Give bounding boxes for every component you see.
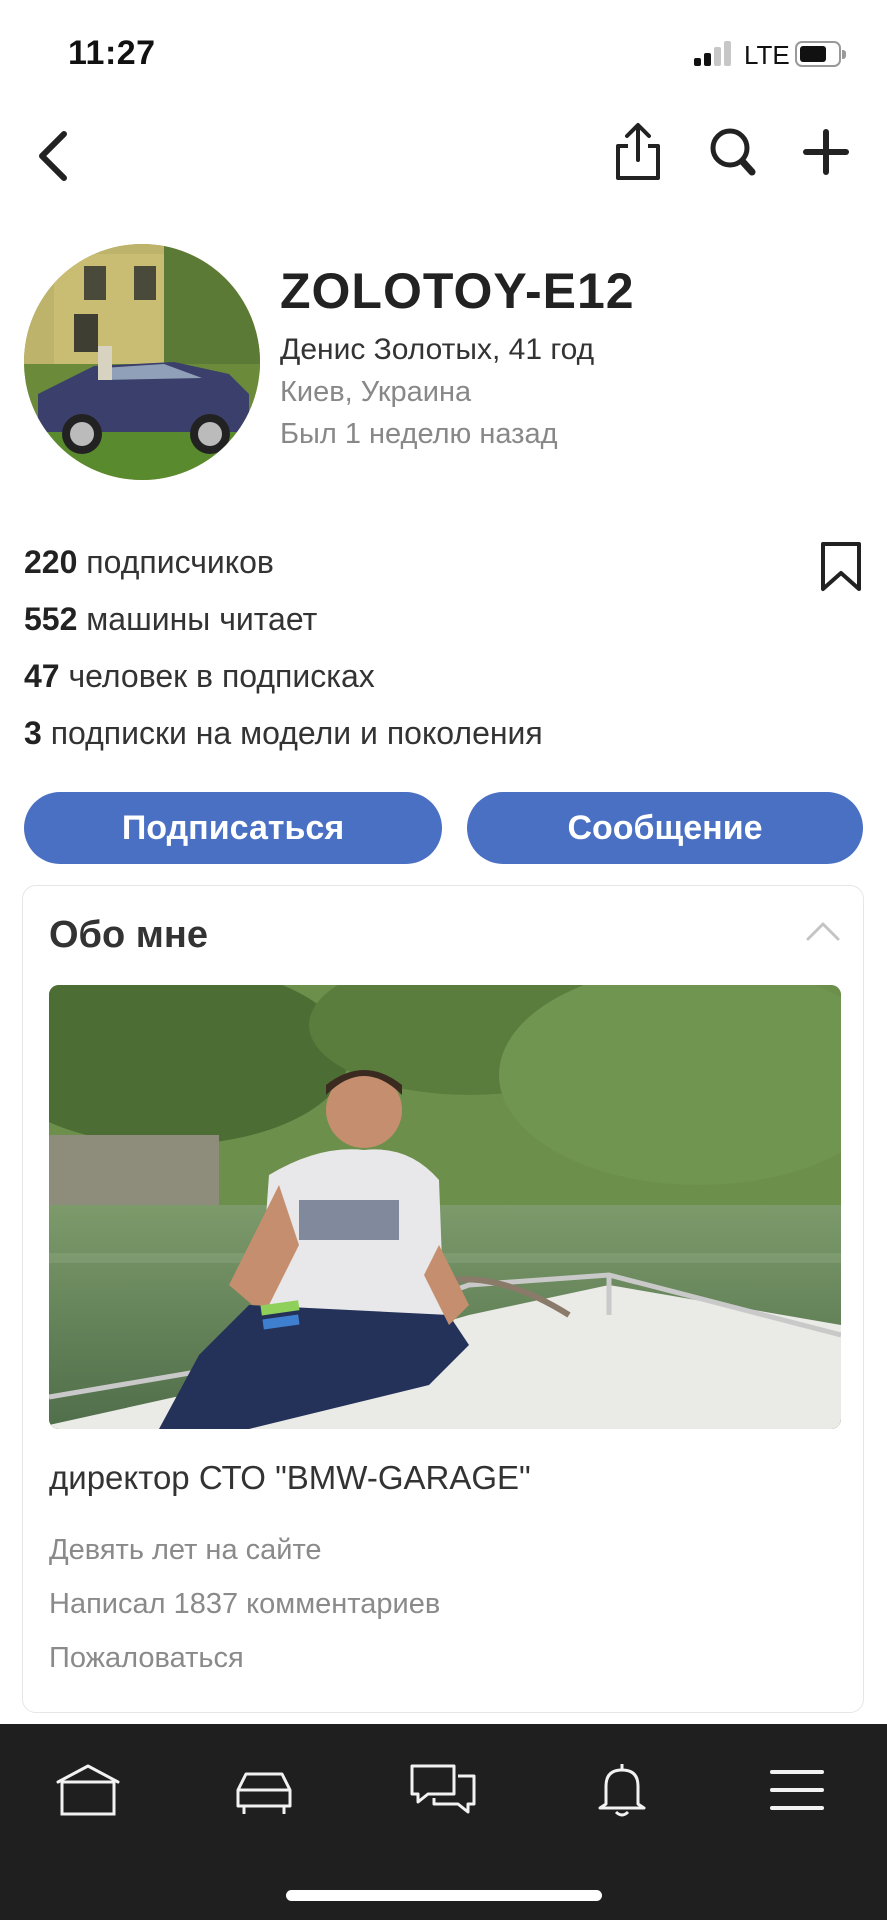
tab-home[interactable] [52, 1760, 124, 1820]
profile-name-age: Денис Золотых, 41 год [280, 333, 595, 366]
about-photo[interactable] [49, 985, 841, 1429]
home-icon [56, 1764, 120, 1816]
battery-icon [795, 41, 846, 67]
stat-model-subscriptions[interactable]: 3 подписки на модели и поколения [24, 711, 543, 768]
profile-username: ZOLOTOY-E12 [280, 263, 635, 319]
car-icon [236, 1772, 292, 1814]
chevron-left-icon [39, 131, 67, 181]
about-card: Обо мне директор СТО "BMW-GARAGE" Девять… [22, 885, 864, 1713]
message-button[interactable]: Сообщение [467, 792, 863, 864]
profile-stats: 220 подписчиков 552 машины читает 47 чел… [24, 540, 543, 768]
about-text: директор СТО "BMW-GARAGE" [49, 1459, 531, 1496]
chevron-up-icon [806, 922, 840, 941]
network-type: LTE [744, 40, 790, 70]
collapse-button[interactable] [805, 920, 841, 942]
plus-icon [803, 129, 849, 175]
stat-label: подписки на модели и поколения [50, 715, 543, 751]
signal-strength-icon [694, 40, 736, 66]
avatar[interactable] [24, 244, 260, 480]
stat-count: 3 [24, 715, 42, 751]
search-icon [710, 128, 756, 176]
avatar-image [24, 244, 260, 480]
stat-count: 220 [24, 544, 78, 580]
years-on-site: Девять лет на сайте [49, 1534, 322, 1566]
tab-messages[interactable] [408, 1760, 480, 1820]
search-button[interactable] [706, 124, 760, 180]
profile-last-seen: Был 1 неделю назад [280, 418, 558, 450]
tab-menu[interactable] [762, 1760, 834, 1820]
profile-location: Киев, Украина [280, 376, 472, 408]
status-time: 11:27 [68, 34, 156, 72]
about-photo-image [49, 985, 841, 1429]
report-link[interactable]: Пожаловаться [49, 1642, 244, 1675]
comments-count[interactable]: Написал 1837 комментариев [49, 1588, 440, 1621]
back-button[interactable] [30, 128, 80, 184]
stat-label: человек в подписках [68, 658, 375, 694]
stat-followers[interactable]: 220 подписчиков [24, 540, 543, 597]
stat-count: 552 [24, 601, 78, 637]
add-button[interactable] [800, 126, 852, 178]
menu-icon [770, 1770, 824, 1810]
subscribe-button[interactable]: Подписаться [24, 792, 442, 864]
bookmark-button[interactable] [818, 540, 864, 594]
bell-icon [598, 1764, 646, 1817]
share-icon [616, 123, 660, 180]
about-title: Обо мне [49, 914, 208, 956]
stat-cars-read[interactable]: 552 машины читает [24, 597, 543, 654]
tab-notifications[interactable] [586, 1760, 658, 1820]
stat-label: подписчиков [86, 544, 274, 580]
stat-count: 47 [24, 658, 60, 694]
status-bar: 11:27 LTE [0, 0, 887, 100]
share-button[interactable] [612, 122, 664, 182]
tab-garage[interactable] [228, 1760, 300, 1820]
stat-label: машины читает [86, 601, 318, 637]
bookmark-icon [821, 542, 861, 591]
home-indicator[interactable] [286, 1890, 602, 1901]
chat-icon [410, 1764, 476, 1814]
stat-following[interactable]: 47 человек в подписках [24, 654, 543, 711]
